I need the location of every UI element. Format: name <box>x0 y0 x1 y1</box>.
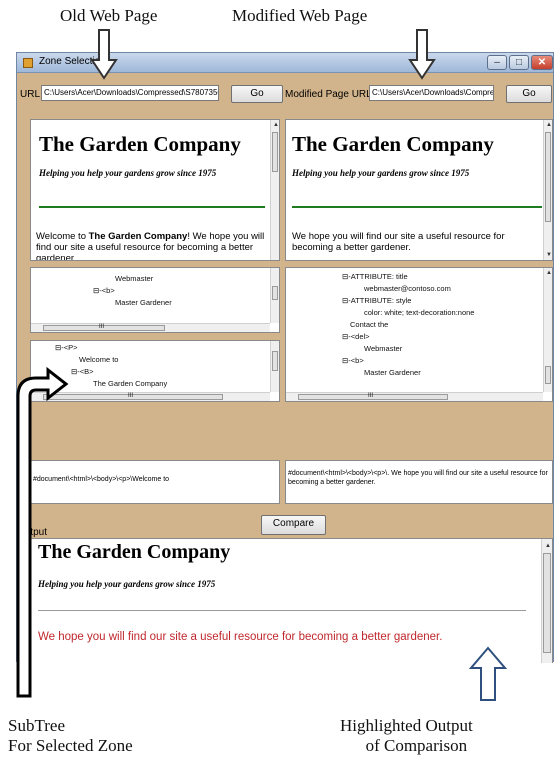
tree-vertical-scrollbar[interactable] <box>270 341 279 392</box>
scroll-up-icon: ▲ <box>546 122 552 128</box>
tree-node[interactable]: The Garden Company <box>93 379 167 389</box>
modified-url-input[interactable]: C:\Users\Acer\Downloads\Compressed\S <box>369 85 494 101</box>
tree-node[interactable]: ⊟-<del> <box>342 332 370 342</box>
title-bar: Zone Selection – □ ✕ <box>17 53 553 73</box>
old-page-tagline: Helping you help your gardens grow since… <box>39 168 217 178</box>
scroll-down-icon: ▼ <box>546 252 552 258</box>
tree-node[interactable]: ⊟-ATTRIBUTE: title <box>342 272 408 282</box>
caption-subtree: SubTree For Selected Zone <box>8 716 133 756</box>
old-tree-view-top[interactable]: Webmaster ⊟-<b> Master Gardener III <box>30 267 280 333</box>
caption-old-web-page: Old Web Page <box>60 6 158 25</box>
output-tagline: Helping you help your gardens grow since… <box>38 579 216 589</box>
old-page-scrollbar[interactable]: ▲ <box>270 120 279 260</box>
url-label: URL <box>20 89 41 100</box>
scroll-grip-icon: III <box>368 393 374 399</box>
modified-go-button[interactable]: Go <box>506 85 552 103</box>
tree-node[interactable]: Welcome to <box>79 355 118 365</box>
caption-modified-web-page: Modified Web Page <box>232 6 368 25</box>
new-page-divider <box>292 206 542 208</box>
window-title: Zone Selection <box>39 56 106 67</box>
tree-node[interactable]: ⊟-<P> <box>55 343 78 353</box>
scroll-thumb[interactable] <box>543 553 551 653</box>
new-page-scrollbar[interactable]: ▲ ▼ <box>543 120 552 260</box>
output-panel[interactable]: The Garden Company Helping you help your… <box>30 538 553 663</box>
caption-highlighted-line-1: Highlighted Output <box>340 716 473 735</box>
scroll-up-icon: ▲ <box>273 122 279 128</box>
tree-vertical-scrollbar[interactable]: ▲ <box>543 268 552 392</box>
modified-url-label: Modified Page URL <box>285 89 372 100</box>
compare-button[interactable]: Compare <box>261 515 326 535</box>
output-divider <box>38 610 526 611</box>
close-button[interactable]: ✕ <box>531 55 553 70</box>
maximize-button[interactable]: □ <box>509 55 529 70</box>
go-button[interactable]: Go <box>231 85 283 103</box>
new-page-title: The Garden Company <box>292 132 494 156</box>
tree-node[interactable]: Contact the <box>350 320 388 330</box>
tree-node[interactable]: Master Gardener <box>364 368 421 378</box>
tree-node[interactable]: Webmaster <box>115 274 153 284</box>
old-zone-path: #document\<html>\<body>\<p>\Welcome to <box>30 460 280 504</box>
tree-horizontal-scrollbar[interactable]: III <box>31 392 270 401</box>
tree-vertical-scrollbar[interactable] <box>270 268 279 323</box>
caption-subtree-line-2: For Selected Zone <box>8 736 133 755</box>
minimize-button[interactable]: – <box>487 55 507 70</box>
scroll-thumb[interactable] <box>545 366 551 384</box>
url-input[interactable]: C:\Users\Acer\Downloads\Compressed\S7807… <box>41 85 219 101</box>
scroll-thumb[interactable] <box>272 132 278 172</box>
tree-node[interactable]: ⊟-<b> <box>93 286 115 296</box>
tree-node[interactable]: Master Gardener <box>115 298 172 308</box>
scroll-thumb[interactable] <box>272 286 278 300</box>
scroll-up-icon: ▲ <box>545 543 551 549</box>
scroll-thumb[interactable] <box>545 132 551 222</box>
output-scrollbar[interactable]: ▲ <box>541 539 552 663</box>
old-page-body: Welcome to The Garden Company! We hope y… <box>36 231 265 261</box>
old-page-divider <box>39 206 265 208</box>
output-label: Output <box>17 527 48 538</box>
old-page-browser[interactable]: The Garden Company Helping you help your… <box>30 119 280 261</box>
output-title: The Garden Company <box>38 541 231 563</box>
tree-node[interactable]: ⊟-ATTRIBUTE: style <box>342 296 411 306</box>
caption-highlighted-line-2: of Comparison <box>365 736 468 755</box>
new-page-body: We hope you will find our site a useful … <box>292 231 505 253</box>
tree-node[interactable]: color: white; text-decoration:none <box>364 308 474 318</box>
tree-horizontal-scrollbar[interactable]: III <box>31 323 270 332</box>
modified-zone-path: #document\<html>\<body>\<p>\. We hope yo… <box>285 460 553 504</box>
caption-highlighted-output: Highlighted Output of Comparison <box>340 716 473 756</box>
output-highlighted-text: We hope you will find our site a useful … <box>38 631 443 643</box>
scroll-thumb[interactable] <box>272 351 278 371</box>
app-icon <box>23 58 33 68</box>
modified-tree-view[interactable]: ⊟-ATTRIBUTE: title webmaster@contoso.com… <box>285 267 553 402</box>
tree-node[interactable]: webmaster@contoso.com <box>364 284 451 294</box>
tree-node[interactable]: Webmaster <box>364 344 402 354</box>
modified-page-browser[interactable]: The Garden Company Helping you help your… <box>285 119 553 261</box>
caption-subtree-line-1: SubTree <box>8 716 65 735</box>
tree-node[interactable]: ⊟-<b> <box>342 356 364 366</box>
tree-node[interactable]: ⊟-<B> <box>71 367 94 377</box>
old-tree-view-subtree[interactable]: ⊟-<P> Welcome to ⊟-<B> The Garden Compan… <box>30 340 280 402</box>
scroll-grip-icon: III <box>99 324 105 330</box>
new-page-tagline: Helping you help your gardens grow since… <box>292 168 470 178</box>
old-page-title: The Garden Company <box>39 132 241 156</box>
tree-horizontal-scrollbar[interactable]: III <box>286 392 543 401</box>
scroll-grip-icon: III <box>128 393 134 399</box>
zone-selection-window: Zone Selection – □ ✕ URL C:\Users\Acer\D… <box>16 52 554 663</box>
scroll-up-icon: ▲ <box>546 270 552 276</box>
